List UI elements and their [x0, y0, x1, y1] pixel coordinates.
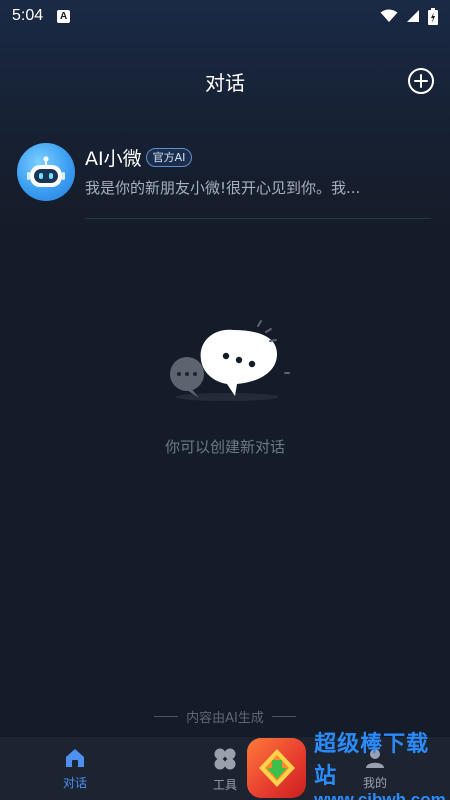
battery-icon: [428, 7, 438, 25]
status-time: 5:04: [12, 7, 44, 24]
empty-state-text: 你可以创建新对话: [164, 438, 285, 456]
status-indicators: [380, 7, 438, 25]
watermark-url: www.cjbwh.com: [314, 789, 446, 800]
divider: [85, 218, 431, 219]
wifi-icon: [380, 9, 398, 22]
note-line-left: [154, 716, 179, 717]
watermark: 超级棒下载站 www.cjbwh.com: [247, 732, 450, 800]
chat-bubbles-icon: [170, 320, 290, 401]
tab-chat-label: 对话: [62, 776, 87, 790]
grid-icon: [214, 748, 236, 770]
page-title: 对话: [205, 70, 245, 95]
official-badge: 官方AI: [145, 148, 193, 167]
ai-generated-note: 内容由AI生成: [0, 707, 450, 726]
signal-icon: [407, 10, 419, 22]
download-logo-icon: [258, 748, 295, 787]
ai-note-text: 内容由AI生成: [186, 711, 264, 726]
chat-preview: 我是你的新朋友小微!很开心见到你。我...: [85, 179, 361, 197]
notification-icon: A: [57, 9, 71, 23]
watermark-logo: [247, 737, 307, 798]
avatar: [17, 143, 75, 201]
tab-chat[interactable]: 对话: [0, 737, 150, 800]
status-bar: 5:04 A: [0, 0, 450, 32]
plus-icon: [414, 74, 428, 88]
tab-tools-label: 工具: [212, 778, 237, 792]
watermark-title: 超级棒下载站: [314, 731, 430, 789]
chat-list-item[interactable]: AI小微 官方AI 我是你的新朋友小微!很开心见到你。我...: [0, 134, 450, 220]
watermark-text: 超级棒下载站 www.cjbwh.com: [314, 726, 450, 800]
home-icon: [66, 749, 84, 767]
chat-name-row: AI小微 官方AI: [85, 144, 193, 171]
chat-name: AI小微: [85, 148, 142, 170]
note-line-right: [271, 716, 296, 717]
new-chat-button[interactable]: [408, 68, 434, 94]
robot-icon: [27, 156, 65, 187]
header: 对话: [0, 56, 450, 106]
